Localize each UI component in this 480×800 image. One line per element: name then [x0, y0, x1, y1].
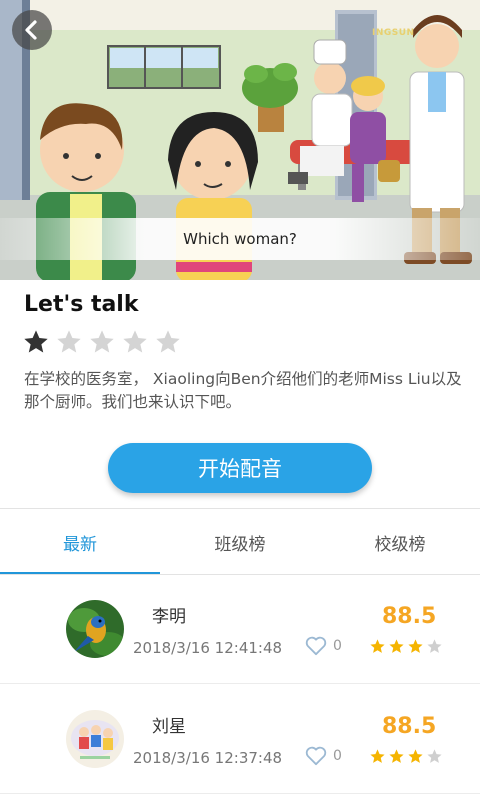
row-divider — [0, 683, 480, 684]
star-empty-icon — [57, 330, 81, 353]
star-filled-icon — [389, 639, 404, 653]
avatar[interactable] — [66, 710, 124, 768]
heart-icon — [305, 746, 327, 766]
caption-text: Which woman? — [183, 230, 297, 248]
like-button[interactable]: 0 — [305, 636, 342, 656]
star-empty-icon — [427, 639, 442, 653]
like-count: 0 — [333, 748, 342, 764]
heart-icon — [305, 636, 327, 656]
ranking-tabs: 最新 班级榜 校级榜 — [0, 509, 480, 575]
score-stars — [369, 748, 443, 765]
list-item[interactable]: 刘星 2018/3/16 12:37:48 0 88.5 — [0, 686, 480, 794]
kids-avatar-image — [66, 710, 124, 768]
chevron-left-icon — [25, 20, 37, 40]
start-dubbing-button[interactable]: 开始配音 — [108, 443, 372, 493]
star-filled-icon — [408, 639, 423, 653]
like-count: 0 — [333, 638, 342, 654]
timestamp: 2018/3/16 12:41:48 — [133, 639, 283, 657]
star-filled-icon — [370, 639, 385, 653]
user-name: 刘星 — [152, 717, 186, 737]
lesson-illustration: INGSUN Which woman? — [0, 0, 480, 280]
star-filled-icon — [370, 749, 385, 763]
lesson-description: 在学校的医务室， Xiaoling向Ben介绍他们的老师Miss Liu以及那个… — [24, 370, 462, 411]
like-button[interactable]: 0 — [305, 746, 342, 766]
row-divider — [0, 793, 480, 794]
star-empty-icon — [90, 330, 114, 353]
parrot-avatar-image — [66, 600, 124, 658]
score-value: 88.5 — [382, 604, 437, 629]
score-stars — [369, 638, 443, 655]
user-name: 李明 — [152, 607, 186, 627]
tab-divider — [0, 574, 480, 575]
list-item[interactable]: 李明 2018/3/16 12:41:48 0 88.5 — [0, 576, 480, 684]
tab-latest[interactable]: 最新 — [0, 509, 160, 575]
star-filled-icon — [408, 749, 423, 763]
score-value: 88.5 — [382, 714, 437, 739]
star-filled-icon — [389, 749, 404, 763]
subtitle-caption: Which woman? — [0, 218, 480, 260]
star-empty-icon — [123, 330, 147, 353]
lesson-title: Let's talk — [24, 292, 139, 317]
lesson-rating — [22, 328, 182, 356]
timestamp: 2018/3/16 12:37:48 — [133, 749, 283, 767]
tab-school-ranking[interactable]: 校级榜 — [320, 509, 480, 575]
avatar[interactable] — [66, 600, 124, 658]
tab-class-ranking[interactable]: 班级榜 — [160, 509, 320, 575]
brand-watermark: INGSUN — [372, 28, 415, 38]
back-button[interactable] — [12, 10, 52, 50]
star-filled-icon — [24, 330, 48, 353]
star-empty-icon — [427, 749, 442, 763]
star-empty-icon — [156, 330, 180, 353]
